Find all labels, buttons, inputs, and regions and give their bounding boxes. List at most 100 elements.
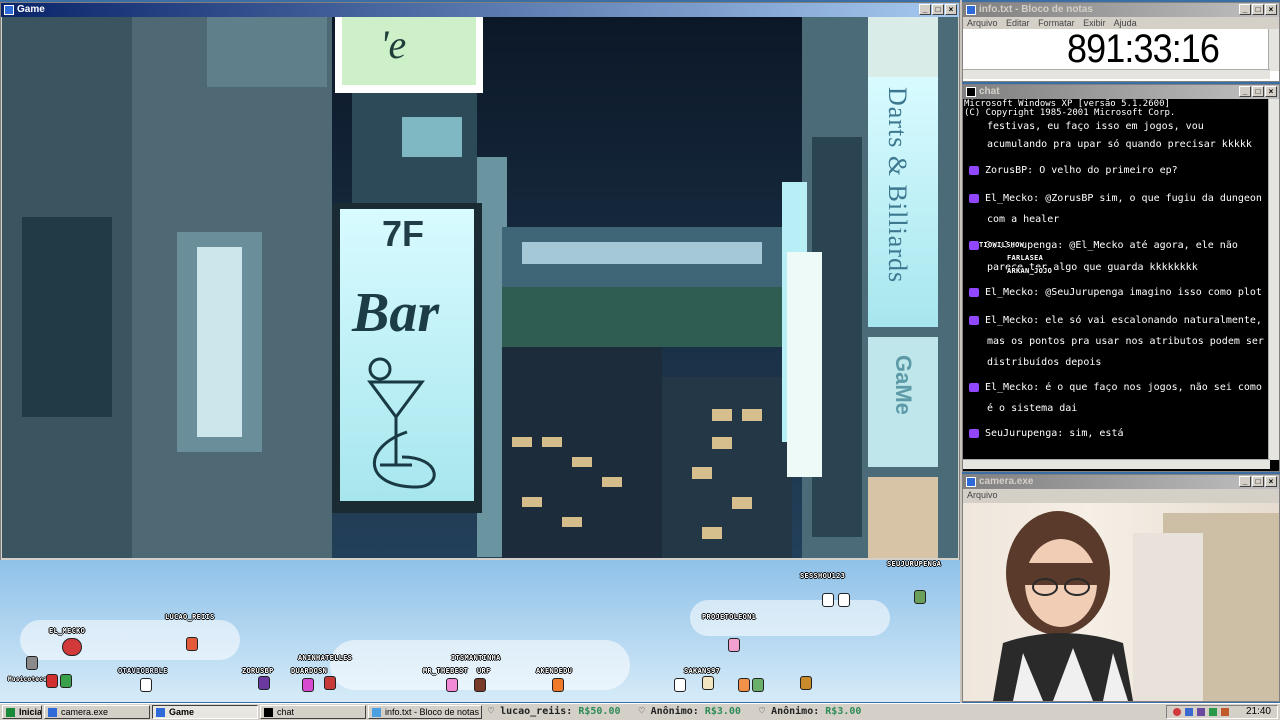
chat-message-text: sim, está — [1069, 428, 1124, 439]
close-button[interactable]: × — [1265, 476, 1277, 487]
chat-message: El_Mecko: ele só vai escalonando natural… — [969, 315, 1262, 326]
minimize-button[interactable]: _ — [1239, 86, 1251, 97]
maximize-button[interactable]: □ — [1252, 86, 1264, 97]
camera-title: camera.exe — [979, 476, 1034, 487]
clock[interactable]: 21:40 — [1246, 706, 1271, 718]
chat-message: SeuJurupenga: sim, está — [969, 428, 1123, 439]
camera-window[interactable]: camera.exe _ □ × Arquivo — [962, 474, 1280, 702]
notepad-window[interactable]: info.txt - Bloco de notas _ □ × Arquivo … — [962, 2, 1280, 82]
game-app-icon — [156, 708, 165, 717]
windows-logo-icon — [6, 708, 15, 717]
avatar-sprite — [60, 674, 72, 688]
tray-app-icon[interactable] — [1173, 708, 1181, 716]
game-titlebar[interactable]: Game _ □ × — [1, 3, 959, 17]
floating-username: ARKAN_JOJO — [1007, 267, 1053, 275]
avatar-sprite — [738, 678, 750, 692]
chat-horizontal-scrollbar[interactable] — [963, 459, 1270, 469]
chat-message: El_Mecko: @ZorusBP sim, o que fugiu da d… — [969, 193, 1262, 204]
camera-titlebar[interactable]: camera.exe _ □ × — [963, 475, 1279, 489]
chat-title: chat — [979, 86, 1000, 97]
floating-username: FARLASEA — [1007, 254, 1044, 262]
chat-message-text: @SeuJurupenga imagino isso como plot — [1045, 287, 1262, 298]
avatar-sprite — [46, 674, 58, 688]
heart-icon: ♡ — [488, 706, 495, 717]
chat-window[interactable]: chat _ □ × Microsoft Windows XP [versão … — [962, 84, 1280, 472]
taskbar-button-game[interactable]: Game — [152, 705, 258, 719]
avatar-sprite — [324, 676, 336, 690]
notepad-titlebar[interactable]: info.txt - Bloco de notas _ □ × — [963, 3, 1279, 17]
chat-message-line: mas os pontos pra usar nos atributos pod… — [987, 336, 1264, 347]
chat-message-line: festivas, eu faço isso em jogos, vou — [987, 121, 1204, 132]
twitch-badge-icon — [969, 240, 979, 250]
webcam-feed — [963, 503, 1279, 701]
minimize-button[interactable]: _ — [1239, 4, 1251, 15]
menu-arquivo[interactable]: Arquivo — [967, 18, 998, 28]
console-header-line: (C) Copyright 1985-2001 Microsoft Corp. — [964, 108, 1176, 118]
floating-username: TIOWILSHOW — [979, 241, 1025, 249]
maximize-button[interactable]: □ — [1252, 4, 1264, 15]
timer-text[interactable]: 891:33:16 — [1067, 27, 1220, 72]
close-button[interactable]: × — [1265, 86, 1277, 97]
donation-amount: R$3.00 — [825, 706, 862, 717]
close-button[interactable]: × — [945, 4, 957, 15]
chat-username: El_Mecko — [985, 193, 1034, 204]
chat-titlebar[interactable]: chat _ □ × — [963, 85, 1279, 99]
game-window-title: Game — [17, 4, 45, 15]
tray-app-icon[interactable] — [1197, 708, 1205, 716]
chat-message-text: @ZorusBP sim, o que fugiu da dungeon — [1045, 193, 1262, 204]
chat-message-line: com a healer — [987, 214, 1060, 225]
maximize-button[interactable]: □ — [932, 4, 944, 15]
bar-sign-floor: 7F — [382, 213, 425, 254]
chat-body[interactable]: Microsoft Windows XP [versão 5.1.2600] (… — [963, 99, 1270, 460]
taskbar-button-label: info.txt - Bloco de notas — [385, 707, 480, 717]
notepad-icon — [966, 5, 976, 15]
avatar-sprite — [800, 676, 812, 690]
minimize-button[interactable]: _ — [919, 4, 931, 15]
overlay-username: DUARDOSN — [291, 667, 328, 675]
avatar-sprite — [62, 638, 82, 656]
overlay-username: Musicoteca — [8, 676, 48, 683]
menu-editar[interactable]: Editar — [1006, 18, 1030, 28]
tray-app-icon[interactable] — [1209, 708, 1217, 716]
top-sign-text: 'e — [380, 22, 407, 67]
system-tray: 21:40 — [1166, 705, 1278, 719]
taskbar-button-chat[interactable]: chat — [260, 705, 366, 719]
heart-icon: ♡ — [638, 706, 645, 717]
bar-sign-text: Bar — [352, 282, 440, 344]
overlay-username: AKENDEDU — [536, 667, 573, 675]
notepad-icon — [372, 708, 381, 717]
notepad-horizontal-scrollbar[interactable] — [963, 69, 1270, 79]
avatar-sprite — [552, 678, 564, 692]
close-button[interactable]: × — [1265, 4, 1277, 15]
tray-app-icon[interactable] — [1185, 708, 1193, 716]
overlay-username: SESSHOU123 — [800, 572, 846, 580]
chat-avatar-overlay: SESSHOU123 SEUJURUPENGA EL_MECKO LUCAO_R… — [0, 560, 960, 702]
twitch-badge-icon — [969, 428, 979, 438]
darts-billiards-sign-text: Darts & Billiards — [883, 87, 912, 284]
game-sign-text: GaMe — [891, 355, 916, 415]
game-scene[interactable]: 'e 7F Bar Darts & Billiards GaMe — [2, 17, 958, 558]
twitch-badge-icon — [969, 287, 979, 297]
start-label: Iniciar — [19, 707, 42, 717]
avatar-sprite — [674, 678, 686, 692]
camera-menu-arquivo[interactable]: Arquivo — [967, 490, 998, 500]
notepad-vertical-scrollbar[interactable] — [1268, 29, 1279, 71]
avatar-sprite — [702, 676, 714, 690]
chat-username: El_Mecko — [985, 315, 1034, 326]
twitch-badge-icon — [969, 165, 979, 175]
avatar-sprite — [26, 656, 38, 670]
chat-vertical-scrollbar[interactable] — [1268, 99, 1279, 460]
taskbar-button-camera[interactable]: camera.exe — [44, 705, 150, 719]
maximize-button[interactable]: □ — [1252, 476, 1264, 487]
overlay-username: SEUJURUPENGA — [887, 560, 942, 568]
chat-message-line: acumulando pra upar só quando precisar k… — [987, 139, 1252, 150]
avatar-sprite — [474, 678, 486, 692]
avatar-sprite — [838, 593, 850, 607]
twitch-badge-icon — [969, 315, 979, 325]
taskbar-button-notepad[interactable]: info.txt - Bloco de notas — [368, 705, 482, 719]
avatar-sprite — [140, 678, 152, 692]
start-button[interactable]: Iniciar — [2, 705, 42, 719]
minimize-button[interactable]: _ — [1239, 476, 1251, 487]
tray-app-icon[interactable] — [1221, 708, 1229, 716]
chat-message: ZorusBP: O velho do primeiro ep? — [969, 165, 1178, 176]
